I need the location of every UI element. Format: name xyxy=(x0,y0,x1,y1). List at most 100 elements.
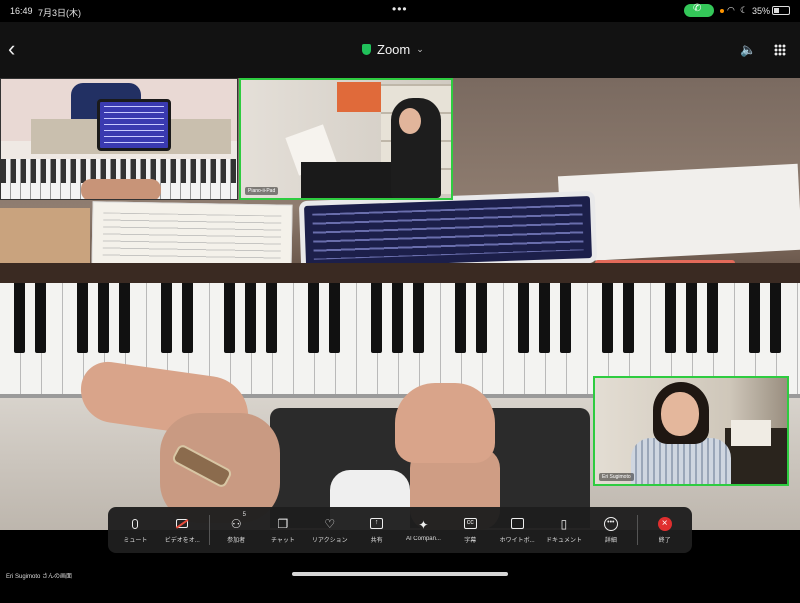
toolbar-label: ミュート xyxy=(123,537,148,544)
video-black-key xyxy=(245,283,256,353)
phone-icon: ✆ xyxy=(693,3,702,14)
focus-moon-icon: ☾ xyxy=(740,5,749,15)
status-time: 16:49 xyxy=(10,6,33,16)
mute-button[interactable]: ミュート xyxy=(112,507,159,553)
document-icon: ▯ xyxy=(560,516,568,531)
participant-count-badge: 5 xyxy=(242,512,246,518)
video-button[interactable]: ビデオをオ... xyxy=(159,507,206,553)
video-black-key xyxy=(560,283,571,353)
meeting-top-bar: ‹ Zoom ⌄ 🔈 xyxy=(0,22,800,78)
document-button[interactable]: ▯ ドキュメント xyxy=(541,507,588,553)
toolbar-label: 終了 xyxy=(658,537,671,544)
thumbnail-piano xyxy=(725,420,787,484)
chevron-down-icon: ⌄ xyxy=(416,44,424,54)
captions-button[interactable]: cc 字幕 xyxy=(447,507,494,553)
battery-icon xyxy=(772,6,790,15)
speaker-icon[interactable]: 🔈 xyxy=(740,42,756,58)
end-call-icon: × xyxy=(657,516,673,531)
video-right-hand xyxy=(395,383,495,463)
shield-icon xyxy=(362,44,371,55)
screen-owner-label: Eri Sugimoto さんの画面 xyxy=(6,574,73,580)
video-black-key xyxy=(98,283,109,353)
more-icon: ••• xyxy=(603,516,619,531)
video-black-key xyxy=(329,283,340,353)
video-tablet xyxy=(298,190,598,274)
toolbar-label: ホワイトボ... xyxy=(499,537,535,544)
video-black-key xyxy=(518,283,529,353)
video-black-key xyxy=(119,283,130,353)
wifi-icon: ◠ xyxy=(727,5,735,15)
multitasking-dots[interactable]: ••• xyxy=(392,2,408,16)
chevron-left-icon[interactable]: ‹ xyxy=(8,36,15,62)
grid-view-icon[interactable] xyxy=(774,44,786,56)
participants-button[interactable]: ⚇ 5 参加者 xyxy=(213,507,260,553)
thumbnail-red-box xyxy=(337,82,381,112)
status-date: 7月3日(木) xyxy=(38,8,82,18)
video-black-key xyxy=(14,283,25,353)
video-black-key xyxy=(77,283,88,353)
video-black-key xyxy=(392,283,403,353)
video-black-key xyxy=(413,283,424,353)
video-black-key xyxy=(686,283,697,353)
meeting-toolbar: ミュート ビデオをオ... ⚇ 5 参加者 ❐ チャット ♡ リアクション ↑ … xyxy=(108,507,692,553)
chat-icon: ❐ xyxy=(277,516,289,531)
thumbnail-tablet xyxy=(97,99,171,151)
microphone-icon xyxy=(127,517,143,531)
more-button[interactable]: ••• 詳細 xyxy=(587,507,634,553)
share-button[interactable]: ↑ 共有 xyxy=(353,507,400,553)
whiteboard-icon xyxy=(509,517,525,531)
participant-thumbnail-eri[interactable]: Eri Sugimoto xyxy=(593,376,789,486)
meeting-title[interactable]: Zoom ⌄ xyxy=(362,42,424,57)
video-black-key xyxy=(371,283,382,353)
captions-icon: cc xyxy=(462,517,478,531)
video-black-key xyxy=(707,283,718,353)
video-black-key xyxy=(749,283,760,353)
participants-icon: ⚇ xyxy=(230,516,242,531)
video-black-key xyxy=(623,283,634,353)
video-black-key xyxy=(161,283,172,353)
toolbar-label: チャット xyxy=(270,537,295,544)
ai-companion-icon: ✦ xyxy=(418,518,429,532)
video-black-key xyxy=(308,283,319,353)
whiteboard-button[interactable]: ホワイトボ... xyxy=(494,507,541,553)
main-video[interactable]: Piano-ii-Pad Eri Sugimoto xyxy=(0,78,800,530)
thumbnail-face xyxy=(399,108,421,134)
participant-thumbnail-ipad-piano[interactable] xyxy=(0,78,238,200)
end-meeting-button[interactable]: × 終了 xyxy=(641,507,688,553)
toolbar-label: AI Compan... xyxy=(405,536,441,542)
video-black-key xyxy=(602,283,613,353)
video-black-key xyxy=(539,283,550,353)
reactions-button[interactable]: ♡ リアクション xyxy=(306,507,353,553)
participant-thumbnail-piano-pad[interactable]: Piano-ii-Pad xyxy=(239,78,453,200)
video-black-key xyxy=(665,283,676,353)
video-off-icon xyxy=(174,517,190,531)
thumbnail-hands xyxy=(81,179,161,199)
toolbar-label: ビデオをオ... xyxy=(164,537,200,544)
toolbar-label: 字幕 xyxy=(464,537,477,544)
reaction-heart-icon: ♡ xyxy=(324,516,336,531)
home-indicator[interactable] xyxy=(292,572,508,576)
video-black-key xyxy=(182,283,193,353)
ai-companion-button[interactable]: ✦ AI Compan... xyxy=(400,507,447,553)
thumbnail-piano xyxy=(301,162,401,198)
video-black-key xyxy=(770,283,781,353)
toolbar-label: リアクション xyxy=(311,537,348,544)
video-black-key xyxy=(224,283,235,353)
video-black-key xyxy=(455,283,466,353)
mic-in-use-dot xyxy=(720,9,724,13)
thumbnail-face xyxy=(661,392,699,436)
video-black-key xyxy=(476,283,487,353)
toolbar-divider xyxy=(208,515,210,545)
toolbar-label: 参加者 xyxy=(227,537,246,544)
participant-name-label: Eri Sugimoto xyxy=(599,473,634,481)
thumbnail-person xyxy=(631,438,731,484)
toolbar-label: ドキュメント xyxy=(545,537,582,544)
toolbar-divider xyxy=(637,515,639,545)
chat-button[interactable]: ❐ チャット xyxy=(260,507,307,553)
share-icon: ↑ xyxy=(369,517,385,531)
toolbar-label: 共有 xyxy=(370,537,383,544)
battery-percentage: 35% xyxy=(752,6,771,16)
video-black-key xyxy=(266,283,277,353)
toolbar-label: 詳細 xyxy=(604,537,617,544)
call-indicator-pill[interactable]: ✆ xyxy=(684,3,714,17)
